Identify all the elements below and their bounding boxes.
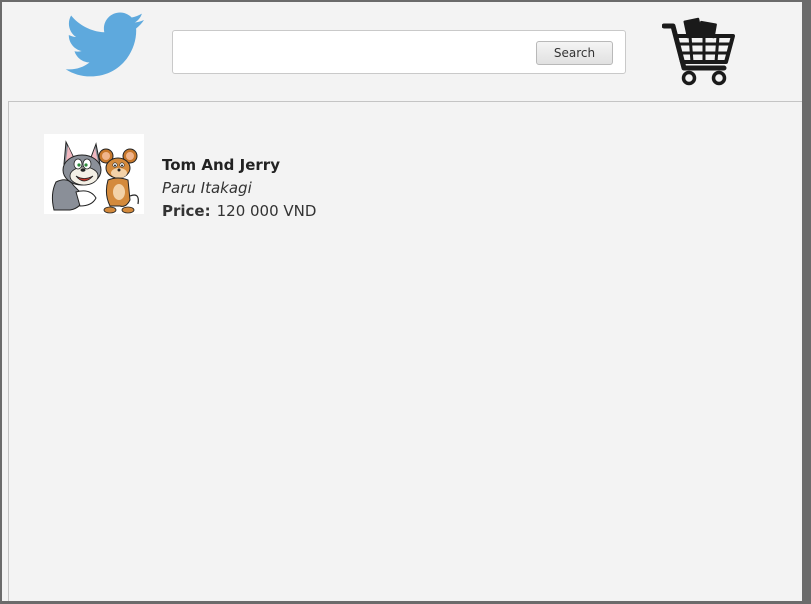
window-frame-right xyxy=(802,0,811,604)
search-button[interactable]: Search xyxy=(536,41,613,65)
product-author: Paru Itakagi xyxy=(162,179,252,197)
header-bar: Search xyxy=(2,2,802,101)
shopping-cart-icon[interactable] xyxy=(661,16,736,86)
tom-and-jerry-image[interactable] xyxy=(44,134,144,214)
product-list: Tom And Jerry Paru Itakagi Price: 120 000… xyxy=(8,101,802,601)
price-label: Price: xyxy=(162,202,211,220)
app-window: Search Tom And Jerry Paru Itakagi Price:… xyxy=(0,0,811,604)
twitter-bird-icon[interactable] xyxy=(64,12,146,84)
product-info: Tom And Jerry Paru Itakagi Price: 120 000… xyxy=(162,154,362,223)
product-item[interactable]: Tom And Jerry Paru Itakagi Price: 120 000… xyxy=(44,134,344,220)
product-title[interactable]: Tom And Jerry xyxy=(162,154,362,177)
product-price: Price: 120 000 VND xyxy=(162,200,362,223)
search-box: Search xyxy=(172,30,626,74)
price-value: 120 000 VND xyxy=(216,202,317,220)
search-input[interactable] xyxy=(179,39,533,67)
